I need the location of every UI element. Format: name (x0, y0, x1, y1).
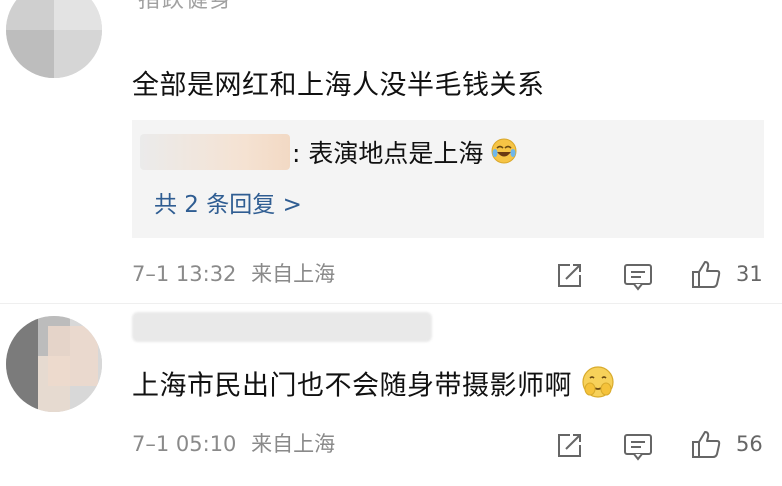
comment-time: 7–1 05:10 (132, 432, 237, 456)
comment-icon (624, 434, 652, 461)
comment-meta: 7–1 13:32 来自上海 (132, 260, 335, 288)
repost-icon (558, 434, 581, 457)
username[interactable]: 指跌健身 (138, 0, 234, 12)
repost-icon (558, 264, 581, 287)
reply-text-line: : 表演地点是上海 (292, 138, 517, 172)
reply-preview[interactable]: : 表演地点是上海 共 2 条回复 > (132, 120, 764, 238)
avatar[interactable] (6, 0, 102, 78)
comment-source: 来自上海 (251, 432, 336, 456)
comment-meta: 7–1 05:10 来自上海 (132, 430, 335, 458)
comment-1: 指跌健身 全部是网红和上海人没半毛钱关系 : 表演地点是上海 共 2 条回复 >… (0, 0, 782, 300)
like-count: 56 (736, 432, 763, 456)
clap-emoji (581, 365, 615, 409)
comment-source: 来自上海 (251, 262, 336, 286)
repost-button[interactable] (554, 430, 584, 460)
like-icon (692, 431, 721, 458)
view-replies-link[interactable]: 共 2 条回复 > (154, 190, 302, 220)
comment-icon (624, 264, 652, 291)
reply-separator: : (292, 139, 301, 168)
username[interactable] (132, 312, 432, 342)
reply-username[interactable] (140, 134, 290, 170)
comment-time: 7–1 13:32 (132, 262, 237, 286)
comment-2: 上海市民出门也不会随身带摄影师啊 7–1 05:10 来自上海 56 (0, 304, 782, 486)
reply-text: 表演地点是上海 (308, 139, 484, 168)
like-button[interactable]: 31 (690, 258, 770, 290)
comment-text: 全部是网红和上海人没半毛钱关系 (132, 70, 545, 101)
avatar[interactable] (6, 316, 102, 412)
like-icon (692, 261, 721, 288)
repost-button[interactable] (554, 260, 584, 290)
laugh-cry-emoji (491, 138, 517, 172)
like-button[interactable]: 56 (690, 428, 776, 460)
comment-button[interactable] (622, 261, 654, 291)
like-count: 31 (736, 262, 763, 286)
comment-text: 上海市民出门也不会随身带摄影师啊 (132, 365, 615, 409)
comment-text-content: 上海市民出门也不会随身带摄影师啊 (132, 370, 572, 402)
comment-button[interactable] (622, 431, 654, 461)
